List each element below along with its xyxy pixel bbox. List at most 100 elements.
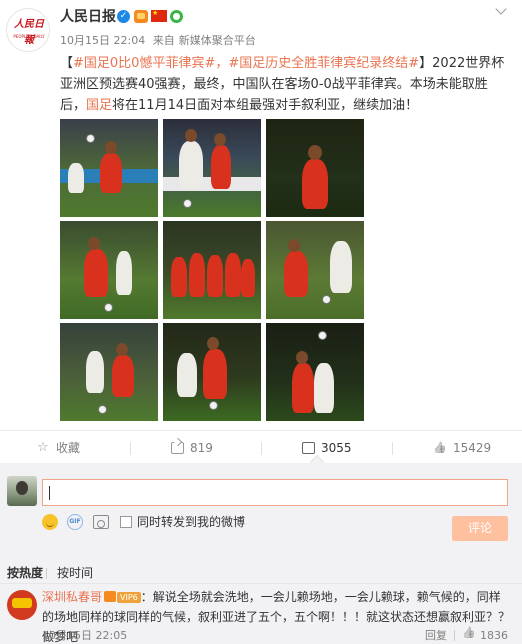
player-figure xyxy=(211,145,231,189)
submit-comment-button[interactable]: 评论 xyxy=(452,516,508,541)
photo-grid xyxy=(60,119,364,421)
photo-6[interactable] xyxy=(266,221,364,319)
photo-4[interactable] xyxy=(60,221,158,319)
post-source[interactable]: 新媒体聚合平台 xyxy=(179,34,256,47)
player-figure xyxy=(314,363,334,413)
divider xyxy=(130,442,131,455)
divider xyxy=(392,442,393,455)
player-head xyxy=(308,145,322,160)
thumbs-up-icon xyxy=(462,629,475,641)
player-figure xyxy=(68,163,84,193)
reply-button[interactable]: 回复 xyxy=(425,627,447,644)
favorite-button[interactable]: 收藏 xyxy=(37,431,80,465)
topic-link-1[interactable]: #国足0比0憾平菲律宾# xyxy=(73,56,215,71)
player-figure xyxy=(112,355,134,397)
author-avatar-logo: 人民日報 xyxy=(14,19,44,46)
comment-icon xyxy=(302,442,315,454)
star-icon xyxy=(37,431,50,465)
player-figure xyxy=(292,363,314,413)
text-tail: 将在11月14日面对本组最强对手叙利亚，继续加油！ xyxy=(112,98,419,113)
comment-like-button[interactable]: 1836 xyxy=(462,627,508,644)
sort-by-hot-tab[interactable]: 按热度 xyxy=(7,564,43,582)
repost-checkbox[interactable] xyxy=(120,516,132,528)
ball xyxy=(86,134,95,143)
player-figure xyxy=(171,257,187,297)
repost-label: 同时转发到我的微博 xyxy=(137,515,246,529)
author-avatar[interactable]: 人民日報 PEOPLE'S DAILY xyxy=(6,8,50,52)
photo-9[interactable] xyxy=(266,323,364,421)
ball xyxy=(318,331,327,340)
player-figure xyxy=(179,141,203,189)
player-figure xyxy=(302,159,328,209)
forward-count: 819 xyxy=(190,441,213,455)
photo-2[interactable] xyxy=(163,119,261,217)
ball xyxy=(183,199,192,208)
source-prefix: 来自 xyxy=(152,34,175,47)
divider xyxy=(454,630,455,641)
china-flag-icon xyxy=(151,9,167,22)
comment-sort-bar: 按热度 按时间 xyxy=(0,564,522,584)
player-head xyxy=(105,141,117,154)
player-figure xyxy=(116,251,132,295)
vip-icon[interactable] xyxy=(104,591,117,602)
favorite-label: 收藏 xyxy=(56,441,81,455)
ball xyxy=(98,405,107,414)
post-text: 【#国足0比0憾平菲律宾#，#国足历史全胜菲律宾纪录终结#】2022世界杯亚洲区… xyxy=(60,53,510,116)
photo-1[interactable] xyxy=(60,119,158,217)
topic-link-2[interactable]: #国足历史全胜菲律宾纪录终结# xyxy=(228,56,419,71)
verified-icon: ✓ xyxy=(117,10,130,23)
comment-like-count: 1836 xyxy=(480,629,508,642)
player-figure xyxy=(203,349,227,399)
author-name[interactable]: 人民日报 xyxy=(60,8,116,26)
comment-footer: 10月15日 22:05 回复 1836 xyxy=(42,627,512,644)
thumbs-up-icon xyxy=(434,442,447,454)
image-upload-icon[interactable] xyxy=(93,515,109,529)
like-button[interactable]: 15429 xyxy=(434,431,491,465)
text-caret xyxy=(49,486,50,500)
topic-comma: ， xyxy=(215,56,229,71)
gif-icon[interactable]: GIF xyxy=(67,514,83,530)
photo-7[interactable] xyxy=(60,323,158,421)
post-header: 人民日報 PEOPLE'S DAILY 人民日报 ✓ 10月15日 22:04 … xyxy=(0,0,522,52)
player-head xyxy=(214,133,226,146)
author-avatar-logo-sub: PEOPLE'S DAILY xyxy=(13,34,45,39)
player-figure xyxy=(177,353,197,397)
comment-button[interactable]: 3055 xyxy=(302,431,352,465)
player-figure xyxy=(225,253,241,297)
photo-5[interactable] xyxy=(163,221,261,319)
player-figure xyxy=(207,255,223,297)
player-figure xyxy=(330,241,352,293)
like-count: 15429 xyxy=(453,441,492,455)
player-head xyxy=(116,343,128,356)
commenter-name[interactable]: 深圳私春哥 xyxy=(42,590,102,604)
player-figure xyxy=(241,259,255,297)
player-head xyxy=(207,337,219,350)
member-badge-icon[interactable] xyxy=(170,10,183,23)
player-head xyxy=(88,237,100,250)
vip-badge-icon[interactable] xyxy=(134,10,148,23)
post-meta: 10月15日 22:04 来自 新媒体聚合平台 xyxy=(60,34,256,48)
post-date[interactable]: 10月15日 22:04 xyxy=(60,34,145,47)
more-menu-chevron-down-icon[interactable] xyxy=(493,5,509,17)
player-head xyxy=(296,351,308,364)
player-head xyxy=(185,129,197,142)
player-figure xyxy=(284,251,308,297)
forward-button[interactable]: 819 xyxy=(171,431,213,465)
player-figure xyxy=(189,253,205,297)
vip-level-badge[interactable]: VIP6 xyxy=(117,592,141,603)
comment-count: 3055 xyxy=(321,441,352,455)
sort-by-time-tab[interactable]: 按时间 xyxy=(57,564,93,582)
emoji-icon[interactable] xyxy=(42,514,58,530)
keyword-link[interactable]: 国足 xyxy=(86,98,112,113)
ball xyxy=(322,295,331,304)
player-figure xyxy=(100,153,122,193)
forward-icon xyxy=(171,442,184,454)
comment-input[interactable] xyxy=(42,479,508,506)
commenter-avatar[interactable] xyxy=(7,590,37,620)
photo-3[interactable] xyxy=(266,119,364,217)
ball xyxy=(209,401,218,410)
divider xyxy=(261,442,262,455)
my-avatar[interactable] xyxy=(7,476,37,506)
player-figure xyxy=(84,249,108,297)
photo-8[interactable] xyxy=(163,323,261,421)
